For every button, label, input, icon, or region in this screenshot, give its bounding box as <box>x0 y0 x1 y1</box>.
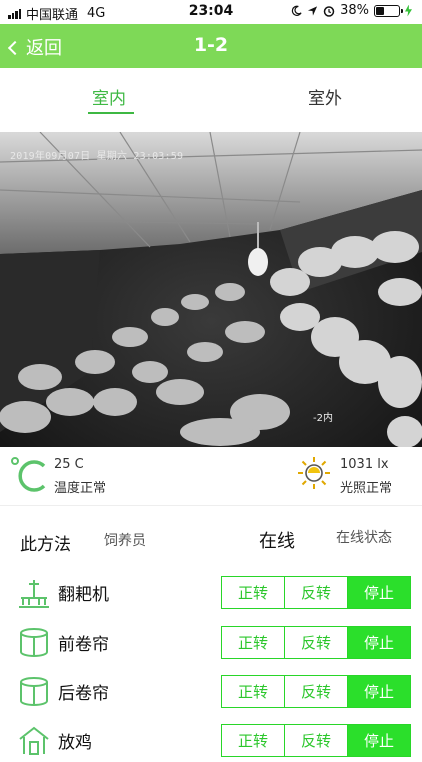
device-name: 后卷帘 <box>58 684 109 704</box>
device-row-front-curtain: 前卷帘 正转 反转 停止 <box>0 624 422 664</box>
control-group: 正转 反转 停止 <box>221 576 411 609</box>
curtain-roll-icon <box>20 628 48 657</box>
tab-outdoor[interactable]: 室外 <box>308 84 342 109</box>
tiller-icon <box>19 580 49 608</box>
stop-button[interactable]: 停止 <box>347 627 410 658</box>
camera-channel-tag: -2内 <box>313 413 333 424</box>
alarm-icon <box>323 5 335 17</box>
camera-timestamp: 2019年09月07日 星期六 23:03:59 <box>10 151 184 162</box>
tab-indoor[interactable]: 室内 <box>92 84 126 109</box>
battery-percent: 38% <box>340 3 369 18</box>
control-group: 正转 反转 停止 <box>221 724 411 757</box>
tab-bar: 室内 室外 <box>0 68 422 126</box>
device-name: 翻耙机 <box>58 585 109 605</box>
coop-icon <box>19 726 49 755</box>
keeper-label: 饲养员 <box>104 533 146 549</box>
camera-image <box>0 132 422 447</box>
temperature-value: 25 C <box>54 457 84 472</box>
online-label: 在线 <box>259 531 295 552</box>
page-title: 1-2 <box>193 34 229 56</box>
light-value: 1031 lx <box>340 457 389 472</box>
device-name: 前卷帘 <box>58 635 109 655</box>
light-status: 光照正常 <box>340 481 393 496</box>
control-group: 正转 反转 停止 <box>221 675 411 708</box>
sun-icon <box>298 457 330 489</box>
reverse-button[interactable]: 反转 <box>284 627 347 658</box>
celsius-icon <box>11 457 46 492</box>
temperature-status: 温度正常 <box>54 481 107 496</box>
method-label: 此方法 <box>20 535 71 555</box>
device-row-tiller: 翻耙机 正转 反转 停止 <box>0 574 422 614</box>
charging-icon <box>405 4 412 17</box>
forward-button[interactable]: 正转 <box>222 627 284 658</box>
stop-button[interactable]: 停止 <box>347 725 410 756</box>
battery-icon <box>374 4 403 17</box>
status-bar: 中国联通 4G 23:04 38% <box>0 0 422 24</box>
online-status-label: 在线状态 <box>336 530 392 546</box>
forward-button[interactable]: 正转 <box>222 676 284 707</box>
curtain-roll-icon <box>20 677 48 706</box>
stop-button[interactable]: 停止 <box>347 577 410 608</box>
location-icon <box>308 5 318 16</box>
reverse-button[interactable]: 反转 <box>284 577 347 608</box>
divider <box>0 505 422 506</box>
camera-feed[interactable]: 2019年09月07日 星期六 23:03:59 -2内 <box>0 132 422 447</box>
reverse-button[interactable]: 反转 <box>284 676 347 707</box>
nav-bar: 返回 1-2 <box>0 24 422 68</box>
status-right: 38% <box>291 3 412 18</box>
tab-indicator <box>88 112 134 114</box>
device-row-release-chickens: 放鸡 正转 反转 停止 <box>0 722 422 762</box>
stop-button[interactable]: 停止 <box>347 676 410 707</box>
control-group: 正转 反转 停止 <box>221 626 411 659</box>
reverse-button[interactable]: 反转 <box>284 725 347 756</box>
moon-icon <box>291 5 302 16</box>
device-name: 放鸡 <box>58 733 92 753</box>
forward-button[interactable]: 正转 <box>222 577 284 608</box>
forward-button[interactable]: 正转 <box>222 725 284 756</box>
device-row-rear-curtain: 后卷帘 正转 反转 停止 <box>0 673 422 713</box>
